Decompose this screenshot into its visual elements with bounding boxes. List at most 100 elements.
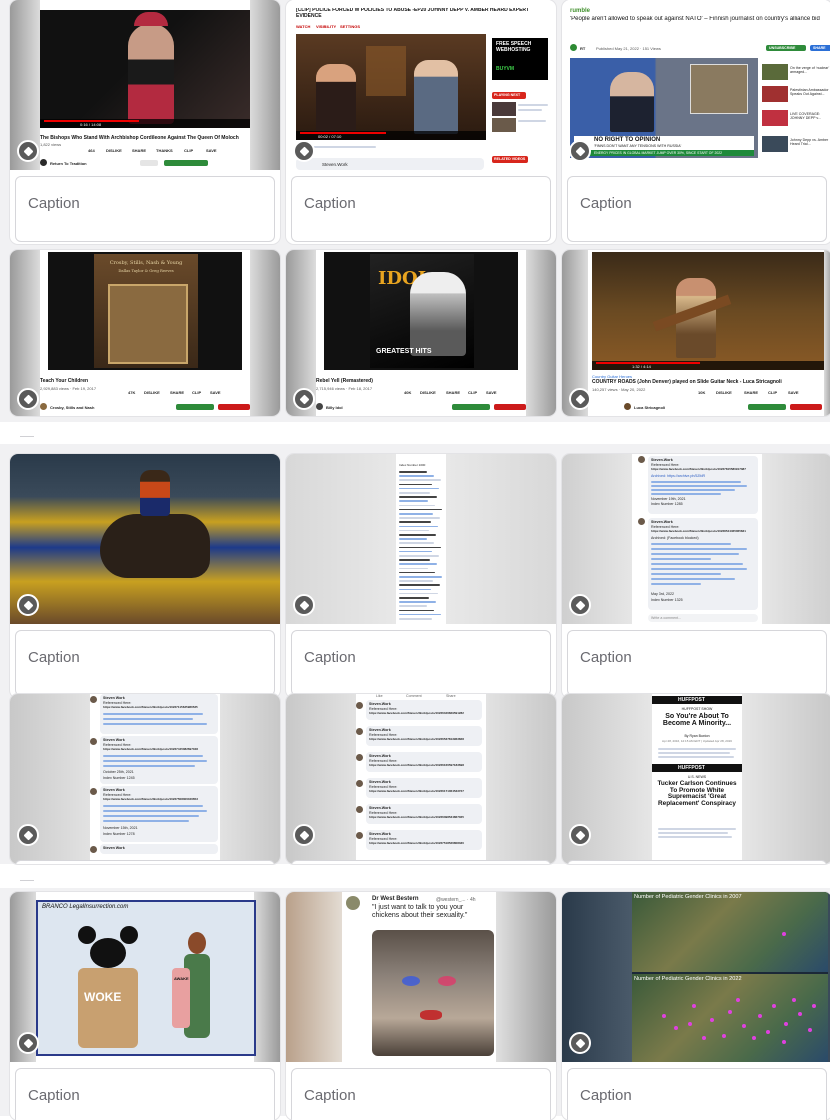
card-thumbnail[interactable]: rumble 'People aren't allowed to speak o… bbox=[562, 0, 830, 170]
channel-name[interactable]: Luca Stricagnoli bbox=[634, 405, 665, 410]
comment-author[interactable]: Steven.Work bbox=[651, 520, 673, 524]
commenter-avatar[interactable] bbox=[90, 788, 97, 795]
tweet-author-name[interactable]: Dr West Bestern bbox=[372, 896, 419, 903]
dislike-button[interactable]: DISLIKE bbox=[106, 148, 122, 153]
card-thumbnail[interactable]: Like Comment Share Steven.Work Referenced… bbox=[286, 694, 556, 864]
comment-link[interactable]: https://www.facebook.com/Steven.Work/pos… bbox=[103, 797, 198, 802]
write-comment-input[interactable]: Write a comment... bbox=[648, 614, 758, 622]
comment-link[interactable]: https://www.facebook.com/Steven.Work/pos… bbox=[369, 841, 464, 846]
comment-author[interactable]: Steven Work bbox=[103, 696, 125, 700]
gallery-card[interactable]: 0:16 / 14:08 The Bishops Who Stand With … bbox=[10, 0, 280, 244]
like-count[interactable]: 40K bbox=[404, 390, 411, 395]
channel-avatar[interactable] bbox=[40, 403, 47, 410]
subscribe-button[interactable] bbox=[176, 404, 214, 410]
next-video-thumb[interactable] bbox=[492, 118, 516, 132]
article-headline[interactable]: So You're About To Become A Minority... bbox=[652, 713, 742, 728]
comment-link[interactable]: https://www.facebook.com/Steven.Work/pos… bbox=[103, 705, 198, 710]
comment-author[interactable]: Steven.Work bbox=[651, 458, 673, 462]
comment-link[interactable]: https://www.facebook.com/Steven.Work/pos… bbox=[103, 747, 198, 752]
gallery-card[interactable]: Like Comment Share Steven.Work Referenced… bbox=[286, 694, 556, 864]
card-thumbnail[interactable]: Dr West Bestern @western_... · 4h "I jus… bbox=[286, 892, 556, 1062]
card-thumbnail[interactable]: Steven.Work Referenced Here: https://www… bbox=[562, 454, 830, 624]
unsubscribe-button[interactable]: UNSUBSCRIBE bbox=[766, 45, 806, 51]
video-player[interactable]: 1:32 / 4:14 bbox=[592, 252, 824, 370]
comment-link[interactable]: https://www.facebook.com/Steven.Work/pos… bbox=[369, 789, 464, 794]
video-player[interactable]: 0:16 / 14:08 bbox=[40, 10, 250, 128]
save-button[interactable]: SAVE bbox=[210, 390, 221, 395]
like-count[interactable]: 10K bbox=[698, 390, 705, 395]
dislike-button[interactable]: DISLIKE bbox=[420, 390, 436, 395]
gallery-card[interactable]: Steven Work Referenced Here: https://www… bbox=[10, 694, 280, 864]
commenter-avatar[interactable] bbox=[638, 456, 645, 463]
comment-author[interactable]: Steven Work bbox=[103, 788, 125, 792]
caption-field[interactable]: Caption bbox=[567, 176, 827, 242]
card-thumbnail[interactable]: Index Number 1000 bbox=[286, 454, 556, 624]
share-button[interactable]: SHARE bbox=[810, 45, 830, 51]
save-button[interactable]: SAVE bbox=[486, 390, 497, 395]
comment-author[interactable]: Steven.Work bbox=[369, 832, 391, 836]
comment-author[interactable]: Steven Work bbox=[103, 846, 125, 850]
commenter-avatar[interactable] bbox=[356, 780, 363, 787]
caption-field[interactable]: Caption bbox=[15, 176, 275, 242]
commenter-avatar[interactable] bbox=[90, 696, 97, 703]
rumble-logo[interactable]: rumble bbox=[570, 8, 590, 14]
ad-banner[interactable]: FREE SPEECH WEBHOSTING BUYVM bbox=[492, 38, 548, 80]
channel-name[interactable]: RT bbox=[580, 46, 585, 51]
gallery-card[interactable]: Caption bbox=[10, 454, 280, 698]
tag-icon[interactable] bbox=[17, 1032, 39, 1054]
side-video-thumb[interactable] bbox=[762, 64, 788, 80]
comment-link[interactable]: https://www.facebook.com/Steven.Work/pos… bbox=[369, 711, 464, 716]
channel-avatar[interactable] bbox=[624, 403, 631, 410]
tweet-handle[interactable]: @western_... · 4h bbox=[436, 897, 476, 903]
comment-link[interactable]: https://www.facebook.com/Steven.Work/pos… bbox=[651, 529, 746, 534]
tab-settings[interactable]: SETTINGS bbox=[340, 24, 360, 29]
gallery-card[interactable]: Crosby, Stills, Nash & Young Dallas Tayl… bbox=[10, 250, 280, 416]
tab-visibility[interactable]: VISIBILITY bbox=[316, 24, 336, 29]
side-video-title[interactable]: LIVE COVERAGE: JOHNNY DEPP v... bbox=[790, 112, 830, 121]
video-player[interactable]: IDOL GREATEST HITS bbox=[324, 252, 518, 370]
side-video-thumb[interactable] bbox=[762, 136, 788, 152]
video-player[interactable]: NO RIGHT TO OPINION 'FINNS DON'T WANT AN… bbox=[570, 58, 758, 158]
subscribe-red-button[interactable] bbox=[790, 404, 822, 410]
channel-name[interactable]: Return To Tradition bbox=[50, 161, 87, 166]
related-videos-badge[interactable]: RELATED VIDEOS bbox=[492, 156, 528, 163]
commenter-avatar[interactable] bbox=[356, 806, 363, 813]
tab-watch[interactable]: WATCH bbox=[296, 24, 310, 29]
card-thumbnail[interactable]: 1:32 / 4:14 Country Guitar Heroes COUNTR… bbox=[562, 250, 830, 416]
tag-icon[interactable] bbox=[17, 824, 39, 846]
tag-icon[interactable] bbox=[17, 388, 39, 410]
thanks-button[interactable]: THANKS bbox=[156, 148, 173, 153]
clip-button[interactable]: CLIP bbox=[184, 148, 193, 153]
share-button[interactable]: SHARE bbox=[170, 390, 184, 395]
channel-name[interactable]: Crosby, Stills and Nash bbox=[50, 405, 94, 410]
comment-link[interactable]: https://www.facebook.com/Steven.Work/pos… bbox=[369, 815, 464, 820]
clip-button[interactable]: CLIP bbox=[768, 390, 777, 395]
comment-author[interactable]: Steven.Work bbox=[369, 728, 391, 732]
subscribe-button[interactable] bbox=[452, 404, 490, 410]
like-count[interactable]: 464 bbox=[88, 148, 95, 153]
like-button[interactable]: Like bbox=[376, 694, 383, 698]
comment-box[interactable]: Steven.Work bbox=[296, 158, 484, 170]
tag-icon[interactable] bbox=[17, 594, 39, 616]
gallery-card[interactable]: Index Number 1000 Caption bbox=[286, 454, 556, 698]
gallery-card[interactable]: IDOL GREATEST HITS Rebel Yell (Remastere… bbox=[286, 250, 556, 416]
video-player[interactable]: 00:02 / 07:10 bbox=[296, 34, 486, 140]
gallery-card[interactable]: Number of Pediatric Gender Clinics in 20… bbox=[562, 892, 830, 1120]
share-button[interactable]: SHARE bbox=[132, 148, 146, 153]
comment-author[interactable]: Steven.Work bbox=[369, 780, 391, 784]
archive-link[interactable]: Archived: https://archive.ph/5ZfdR bbox=[651, 474, 705, 478]
card-thumbnail[interactable]: 0:16 / 14:08 The Bishops Who Stand With … bbox=[10, 0, 280, 170]
card-thumbnail[interactable]: Steven Work Referenced Here: https://www… bbox=[10, 694, 280, 864]
commenter-avatar[interactable] bbox=[356, 754, 363, 761]
commenter-avatar[interactable] bbox=[356, 702, 363, 709]
comment-author[interactable]: Steven.Work bbox=[369, 702, 391, 706]
join-button[interactable] bbox=[140, 160, 158, 166]
channel-name[interactable]: Billy Idol bbox=[326, 405, 343, 410]
dislike-button[interactable]: DISLIKE bbox=[716, 390, 732, 395]
comment-button[interactable]: Comment bbox=[406, 694, 422, 698]
comment-link[interactable]: https://www.facebook.com/Steven.Work/pos… bbox=[369, 763, 464, 768]
subscribe-red-button[interactable] bbox=[494, 404, 526, 410]
comment-author[interactable]: Steven Work bbox=[103, 738, 125, 742]
tweet-card[interactable]: Dr West Bestern @western_... · 4h "I jus… bbox=[342, 892, 494, 1062]
card-thumbnail[interactable] bbox=[10, 454, 280, 624]
